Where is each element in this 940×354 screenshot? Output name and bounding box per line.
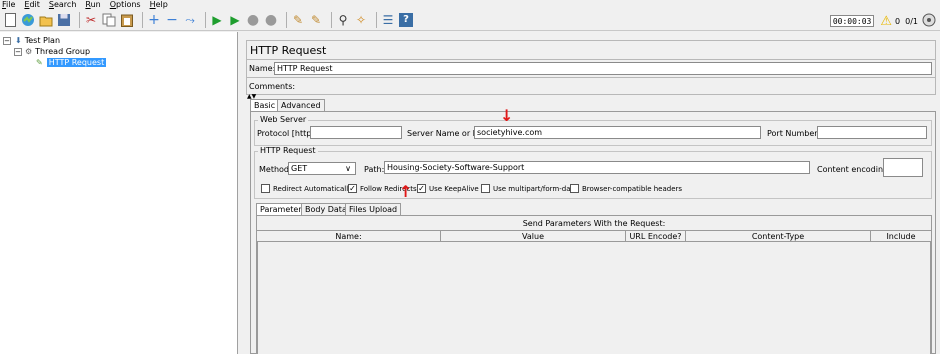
expand-icon[interactable]: +	[147, 13, 161, 27]
menu-search[interactable]: Search	[49, 0, 76, 10]
checkbox-label: Redirect Automatically	[273, 184, 353, 193]
checkbox-label: Browser-compatible headers	[582, 184, 683, 193]
protocol-field[interactable]	[310, 126, 402, 139]
check-icon: ✓	[417, 184, 426, 193]
clear-icon[interactable]: ✎	[291, 13, 305, 27]
column-value[interactable]: Value	[441, 231, 626, 241]
checkbox-box	[570, 184, 579, 193]
stop-icon[interactable]: ●	[246, 13, 260, 27]
column-content-type[interactable]: Content-Type	[686, 231, 871, 241]
open-icon[interactable]	[39, 13, 53, 27]
tree-item-test-plan[interactable]: − ⬇ Test Plan	[3, 35, 60, 46]
name-row: Name: HTTP Request	[246, 59, 936, 78]
reset-search-icon[interactable]: ✧	[354, 13, 368, 27]
new-icon[interactable]	[3, 13, 17, 27]
name-label: Name:	[249, 64, 276, 73]
checkbox-box	[261, 184, 270, 193]
thread-group-icon: ⚙	[25, 47, 33, 56]
multipart-checkbox[interactable]: Use multipart/form-data	[481, 184, 578, 193]
port-label: Port Number:	[767, 129, 821, 138]
method-select[interactable]: GET ∨	[288, 162, 356, 175]
check-icon: ✓	[348, 184, 357, 193]
server-field[interactable]: societyhive.com	[474, 126, 761, 139]
annotation-arrow-down-icon: ↓	[500, 106, 514, 125]
copy-icon[interactable]	[102, 13, 116, 27]
page-title: HTTP Request	[250, 44, 327, 57]
annotation-arrow-up-icon: ↑	[399, 182, 413, 201]
checkbox-label: Use multipart/form-data	[493, 184, 578, 193]
path-field[interactable]: Housing-Society-Software-Support	[384, 161, 810, 174]
tree-label-test-plan: Test Plan	[24, 36, 61, 45]
web-server-title: Web Server	[258, 115, 309, 124]
test-plan-tree: − ⬇ Test Plan − ⚙ Thread Group ✎ HTTP Re…	[0, 32, 238, 354]
name-field[interactable]: HTTP Request	[274, 62, 932, 75]
protocol-label: Protocol [http]:	[257, 129, 318, 138]
method-value: GET	[291, 164, 308, 173]
warning-count: 0	[895, 16, 901, 26]
checkbox-label: Use KeepAlive	[429, 184, 479, 193]
checkbox-box	[481, 184, 490, 193]
menu-file[interactable]: File	[2, 0, 15, 10]
paste-icon[interactable]	[120, 13, 134, 27]
redirect-auto-checkbox[interactable]: Redirect Automatically	[261, 184, 352, 193]
column-name[interactable]: Name:	[257, 231, 441, 241]
http-request-panel: HTTP Request Name: HTTP Request Comments…	[242, 32, 940, 354]
params-table-header: Name: Value URL Encode? Content-Type Inc…	[257, 230, 931, 252]
collapse-icon[interactable]: −	[165, 13, 179, 27]
browser-headers-checkbox[interactable]: Browser-compatible headers	[570, 184, 682, 193]
remote-icon[interactable]	[922, 13, 936, 29]
web-server-group: Web Server Protocol [http]: Server Name …	[254, 115, 932, 146]
parameters-panel: Send Parameters With the Request: Name: …	[256, 215, 932, 354]
start-no-pause-icon[interactable]: ▶	[228, 13, 242, 27]
basic-tab-content: Web Server Protocol [http]: Server Name …	[250, 111, 936, 354]
column-url-encode[interactable]: URL Encode?	[626, 231, 686, 241]
http-request-group: HTTP Request Method: GET ∨ Path: Housing…	[254, 146, 932, 199]
column-include-equals[interactable]: Include Equals?	[871, 231, 931, 252]
test-plan-icon: ⬇	[15, 36, 22, 45]
menu-options[interactable]: Options	[110, 0, 141, 10]
status-area: 00:00:03 ⚠ 0 0/1	[829, 13, 936, 29]
params-title: Send Parameters With the Request:	[522, 219, 666, 228]
tree-item-thread-group[interactable]: − ⚙ Thread Group	[14, 46, 90, 57]
comments-label: Comments:	[249, 82, 296, 91]
params-table-body[interactable]	[257, 242, 931, 354]
menu-bar: File Edit Search Run Options Help	[0, 0, 940, 10]
search-icon[interactable]: ⚲	[336, 13, 350, 27]
save-icon[interactable]	[57, 13, 71, 27]
server-label: Server Name or IP:	[407, 129, 483, 138]
shutdown-icon[interactable]: ●	[264, 13, 278, 27]
collapse-toggle-icon[interactable]: −	[3, 36, 11, 45]
elapsed-time: 00:00:03	[829, 15, 875, 27]
toolbar: ✂ + − ⤳ ▶ ▶ ● ● ✎ ✎ ⚲ ✧ ☰ ? 00:00:03 ⚠ 0…	[0, 10, 940, 31]
comments-row: Comments:	[246, 77, 936, 95]
method-label: Method:	[259, 165, 292, 174]
toggle-icon[interactable]: ⤳	[183, 13, 197, 27]
sampler-icon: ✎	[36, 58, 43, 67]
tree-label-http-request: HTTP Request	[46, 58, 107, 67]
keepalive-checkbox[interactable]: ✓ Use KeepAlive	[417, 184, 479, 193]
start-icon[interactable]: ▶	[210, 13, 224, 27]
tree-label-thread-group: Thread Group	[35, 47, 91, 56]
thread-count: 0/1	[905, 16, 918, 26]
templates-icon[interactable]	[21, 13, 35, 27]
collapse-toggle-icon[interactable]: −	[14, 47, 22, 56]
path-label: Path:	[364, 165, 385, 174]
tree-item-http-request[interactable]: ✎ HTTP Request	[36, 57, 107, 68]
cut-icon[interactable]: ✂	[84, 13, 98, 27]
title-box	[246, 40, 936, 61]
warning-icon[interactable]: ⚠	[880, 15, 892, 28]
clear-all-icon[interactable]: ✎	[309, 13, 323, 27]
menu-edit[interactable]: Edit	[24, 0, 40, 10]
chevron-down-icon: ∨	[345, 164, 351, 173]
help-icon[interactable]: ?	[399, 13, 413, 27]
encoding-label: Content encoding:	[817, 165, 891, 174]
menu-run[interactable]: Run	[85, 0, 100, 10]
encoding-field[interactable]	[883, 158, 923, 177]
menu-help[interactable]: Help	[150, 0, 168, 10]
http-request-title: HTTP Request	[258, 146, 318, 155]
function-helper-icon[interactable]: ☰	[381, 13, 395, 27]
port-field[interactable]	[817, 126, 927, 139]
